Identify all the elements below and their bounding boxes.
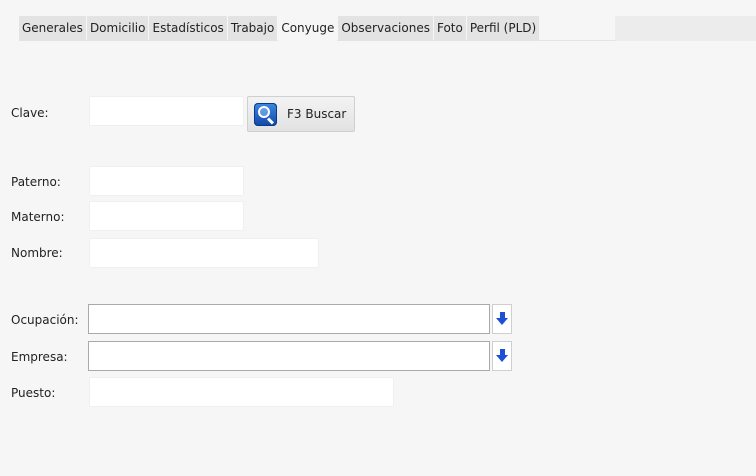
tab-bar: Generales Domicilio Estadísticos Trabajo…: [19, 16, 756, 41]
magnifier-icon: [254, 102, 277, 126]
tab-estadisticos[interactable]: Estadísticos: [149, 16, 227, 41]
tab-trabajo[interactable]: Trabajo: [227, 16, 278, 41]
arrow-down-icon: [496, 349, 508, 363]
tab-domicilio[interactable]: Domicilio: [86, 16, 149, 41]
search-button[interactable]: F3 Buscar: [247, 96, 355, 132]
search-button-label: F3 Buscar: [287, 107, 347, 121]
nombre-label: Nombre:: [11, 246, 63, 260]
ocupacion-dropdown-button[interactable]: [492, 304, 512, 334]
arrow-down-icon: [496, 312, 508, 326]
nombre-input[interactable]: [89, 238, 319, 268]
clave-input[interactable]: [89, 96, 244, 126]
tab-list: Generales Domicilio Estadísticos Trabajo…: [19, 16, 756, 41]
puesto-input[interactable]: [89, 377, 394, 407]
empresa-dropdown-button[interactable]: [492, 341, 512, 371]
tab-conyuge[interactable]: Conyuge: [278, 16, 338, 41]
tab-generales[interactable]: Generales: [19, 16, 86, 41]
paterno-input[interactable]: [89, 166, 244, 196]
empresa-input[interactable]: [88, 341, 490, 371]
tab-perfil-pld[interactable]: Perfil (PLD): [466, 16, 540, 41]
materno-label: Materno:: [11, 210, 65, 224]
ocupacion-label: Ocupación:: [11, 313, 79, 327]
materno-input[interactable]: [89, 201, 244, 231]
ocupacion-input[interactable]: [88, 304, 490, 334]
tab-foto[interactable]: Foto: [433, 16, 466, 41]
paterno-label: Paterno:: [11, 175, 61, 189]
conyuge-page: Generales Domicilio Estadísticos Trabajo…: [0, 0, 756, 476]
puesto-label: Puesto:: [11, 386, 56, 400]
clave-label: Clave:: [11, 106, 49, 120]
tab-observaciones[interactable]: Observaciones: [338, 16, 433, 41]
empresa-label: Empresa:: [11, 350, 68, 364]
